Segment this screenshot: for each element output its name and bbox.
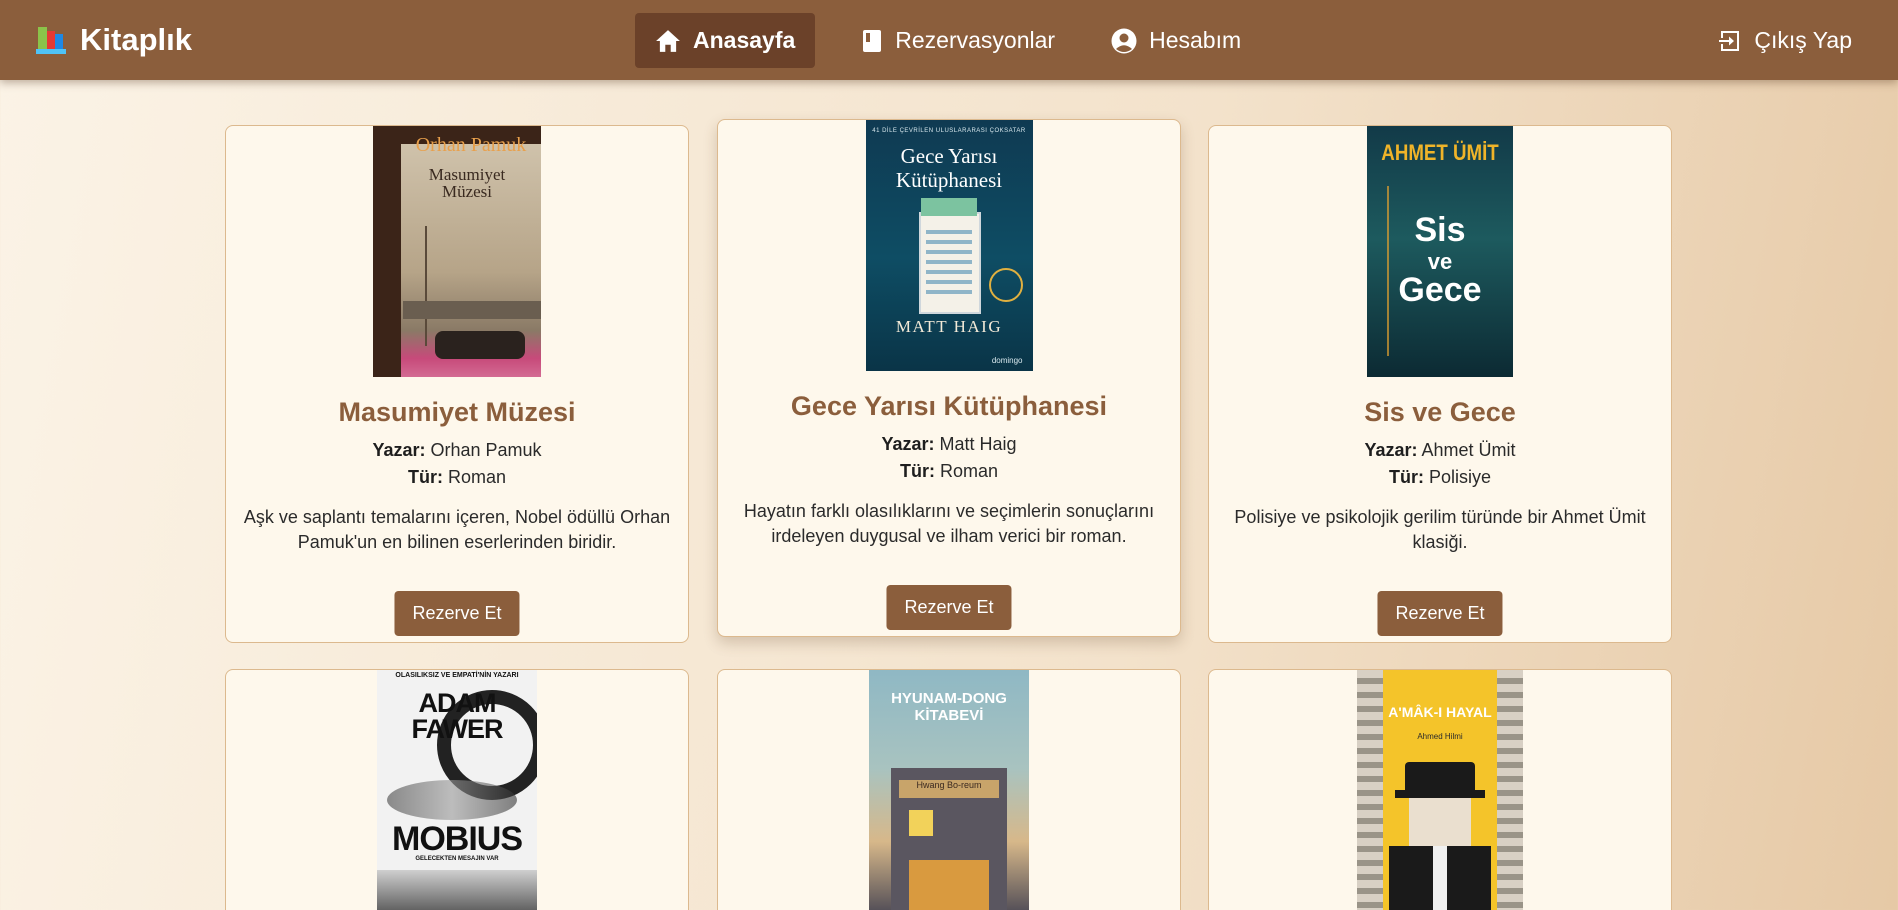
book-description: Hayatın farklı olasılıklarını ve seçimle… xyxy=(743,501,1155,546)
home-icon xyxy=(655,29,681,53)
book-cover: AHMET ÜMİT Sis ve Gece xyxy=(1367,126,1513,377)
nav-account[interactable]: Hesabım xyxy=(1091,13,1261,68)
logout-label: Çıkış Yap xyxy=(1754,27,1852,53)
top-navbar: Kitaplık Anasayfa Rezervasyonlar Hesabım… xyxy=(0,0,1898,80)
book-card: A'MÂK-I HAYAL Ahmed Hilmi xyxy=(1208,669,1672,910)
book-cover: 41 DİLE ÇEVRİLEN ULUSLARARASI ÇOKSATAR G… xyxy=(865,120,1033,371)
nav-home-label: Anasayfa xyxy=(693,27,796,53)
book-cover: Orhan Pamuk Masumiyet Müzesi xyxy=(373,126,541,377)
book-title: Gece Yarısı Kütüphanesi xyxy=(790,391,1108,421)
nav-account-label: Hesabım xyxy=(1149,27,1242,53)
book-genre: Tür: Polisiye xyxy=(1388,467,1492,487)
nav-links: Anasayfa Rezervasyonlar Hesabım xyxy=(635,13,1261,68)
book-author: Yazar: Ahmet Ümit xyxy=(1364,440,1516,460)
brand-logo[interactable]: Kitaplık xyxy=(36,0,192,80)
logout-icon xyxy=(1718,29,1742,53)
book-icon xyxy=(861,29,883,53)
book-card: Orhan Pamuk Masumiyet Müzesi Masumiyet Mü… xyxy=(225,125,689,643)
brand-name: Kitaplık xyxy=(80,22,192,57)
book-title: Sis ve Gece xyxy=(1364,397,1516,427)
user-circle-icon xyxy=(1111,28,1137,54)
book-title: Masumiyet Müzesi xyxy=(338,397,576,427)
reserve-button[interactable]: Rezerve Et xyxy=(886,585,1012,630)
book-cover: A'MÂK-I HAYAL Ahmed Hilmi xyxy=(1357,670,1523,910)
nav-reservations-label: Rezervasyonlar xyxy=(895,27,1056,53)
nav-home[interactable]: Anasayfa xyxy=(635,13,816,68)
book-card: OLASILIKSIZ VE EMPATİ'NİN YAZARI ADAM FAW… xyxy=(225,669,689,910)
reserve-button[interactable]: Rezerve Et xyxy=(394,591,520,636)
book-card: 41 DİLE ÇEVRİLEN ULUSLARARASI ÇOKSATAR G… xyxy=(717,119,1181,637)
book-cover: HYUNAM-DONG KİTABEVİ Hwang Bo-reum xyxy=(869,670,1029,910)
nav-reservations[interactable]: Rezervasyonlar xyxy=(841,13,1075,68)
book-card: AHMET ÜMİT Sis ve Gece Sis ve Gece Yazar: … xyxy=(1208,125,1672,643)
book-description: Polisiye ve psikolojik gerilim türünde b… xyxy=(1234,507,1646,552)
book-genre: Tür: Roman xyxy=(407,467,507,487)
book-card: HYUNAM-DONG KİTABEVİ Hwang Bo-reum xyxy=(717,669,1181,910)
book-description: Aşk ve saplantı temalarını içeren, Nobel… xyxy=(243,507,671,552)
book-author: Yazar: Matt Haig xyxy=(881,434,1017,454)
logout-button[interactable]: Çıkış Yap xyxy=(1718,13,1852,68)
books-icon xyxy=(36,25,70,55)
book-genre: Tür: Roman xyxy=(899,461,999,481)
book-cover: OLASILIKSIZ VE EMPATİ'NİN YAZARI ADAM FAW… xyxy=(377,670,537,910)
reserve-button[interactable]: Rezerve Et xyxy=(1377,591,1503,636)
book-author: Yazar: Orhan Pamuk xyxy=(372,440,542,460)
